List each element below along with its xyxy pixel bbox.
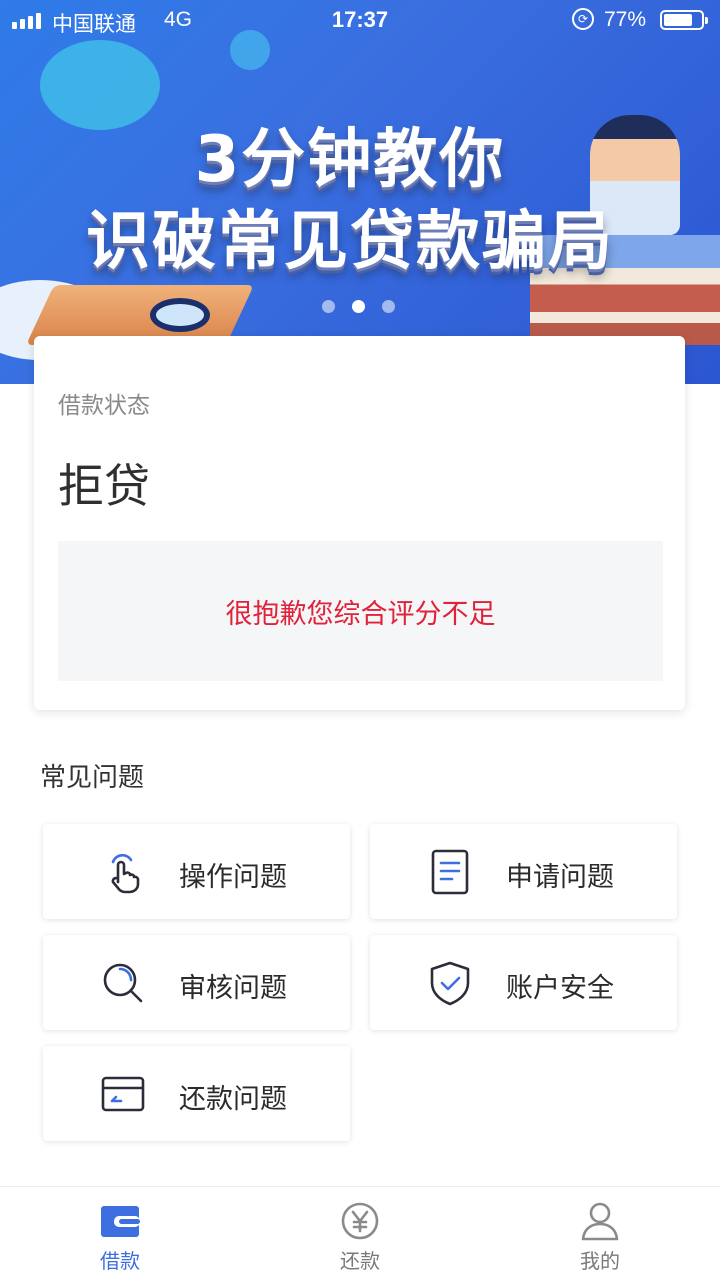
status-bar: 中国联通 4G 17:37 ⟳ 77% xyxy=(0,0,720,40)
tab-repayment[interactable]: 还款 xyxy=(240,1187,480,1280)
faq-item-label: 审核问题 xyxy=(179,973,287,1004)
loan-status-label: 借款状态 xyxy=(58,393,150,419)
document-icon xyxy=(431,849,469,895)
faq-item-label: 申请问题 xyxy=(506,862,614,893)
banner-dot[interactable] xyxy=(382,300,395,313)
tab-label: 我的 xyxy=(580,1249,620,1273)
tab-label: 借款 xyxy=(100,1249,140,1273)
faq-item-review[interactable]: 审核问题 xyxy=(43,935,350,1030)
faq-item-label: 还款问题 xyxy=(179,1084,287,1115)
faq-item-repayment[interactable]: 还款问题 xyxy=(43,1046,350,1141)
banner-dot[interactable] xyxy=(322,300,335,313)
card-icon xyxy=(101,1076,145,1112)
shield-check-icon xyxy=(430,961,470,1006)
banner-pagination xyxy=(322,300,395,313)
tab-label: 还款 xyxy=(340,1249,380,1273)
faq-section-title: 常见问题 xyxy=(40,763,145,793)
loan-status-value: 拒贷 xyxy=(58,459,150,513)
battery-percent: 77% xyxy=(604,8,647,31)
banner-title-line2: 识破常见贷款骗局 xyxy=(86,205,614,279)
loan-status-card: 借款状态 拒贷 很抱歉您综合评分不足 xyxy=(34,336,685,710)
magnifier-illustration xyxy=(150,298,210,332)
banner-title-line1: 3分钟教你 xyxy=(194,123,506,197)
tab-loan[interactable]: 借款 xyxy=(0,1187,240,1280)
tap-hand-icon xyxy=(111,853,140,894)
wallet-icon xyxy=(101,1206,140,1237)
yen-circle-icon xyxy=(341,1202,379,1240)
loan-status-message: 很抱歉您综合评分不足 xyxy=(58,541,663,681)
bottom-tab-bar: 借款 还款 我的 xyxy=(0,1186,720,1280)
banner-dot-active[interactable] xyxy=(352,300,365,313)
faq-item-operation[interactable]: 操作问题 xyxy=(43,824,350,919)
user-icon xyxy=(581,1202,619,1241)
tab-mine[interactable]: 我的 xyxy=(480,1187,720,1280)
rotation-lock-icon: ⟳ xyxy=(572,8,594,30)
search-icon xyxy=(103,963,143,1003)
faq-item-account-security[interactable]: 账户安全 xyxy=(370,935,677,1030)
promo-banner[interactable]: 3分钟教你 识破常见贷款骗局 xyxy=(0,0,720,384)
faq-item-application[interactable]: 申请问题 xyxy=(370,824,677,919)
faq-item-label: 操作问题 xyxy=(179,862,287,893)
battery-icon xyxy=(660,10,708,30)
faq-item-label: 账户安全 xyxy=(506,973,614,1004)
